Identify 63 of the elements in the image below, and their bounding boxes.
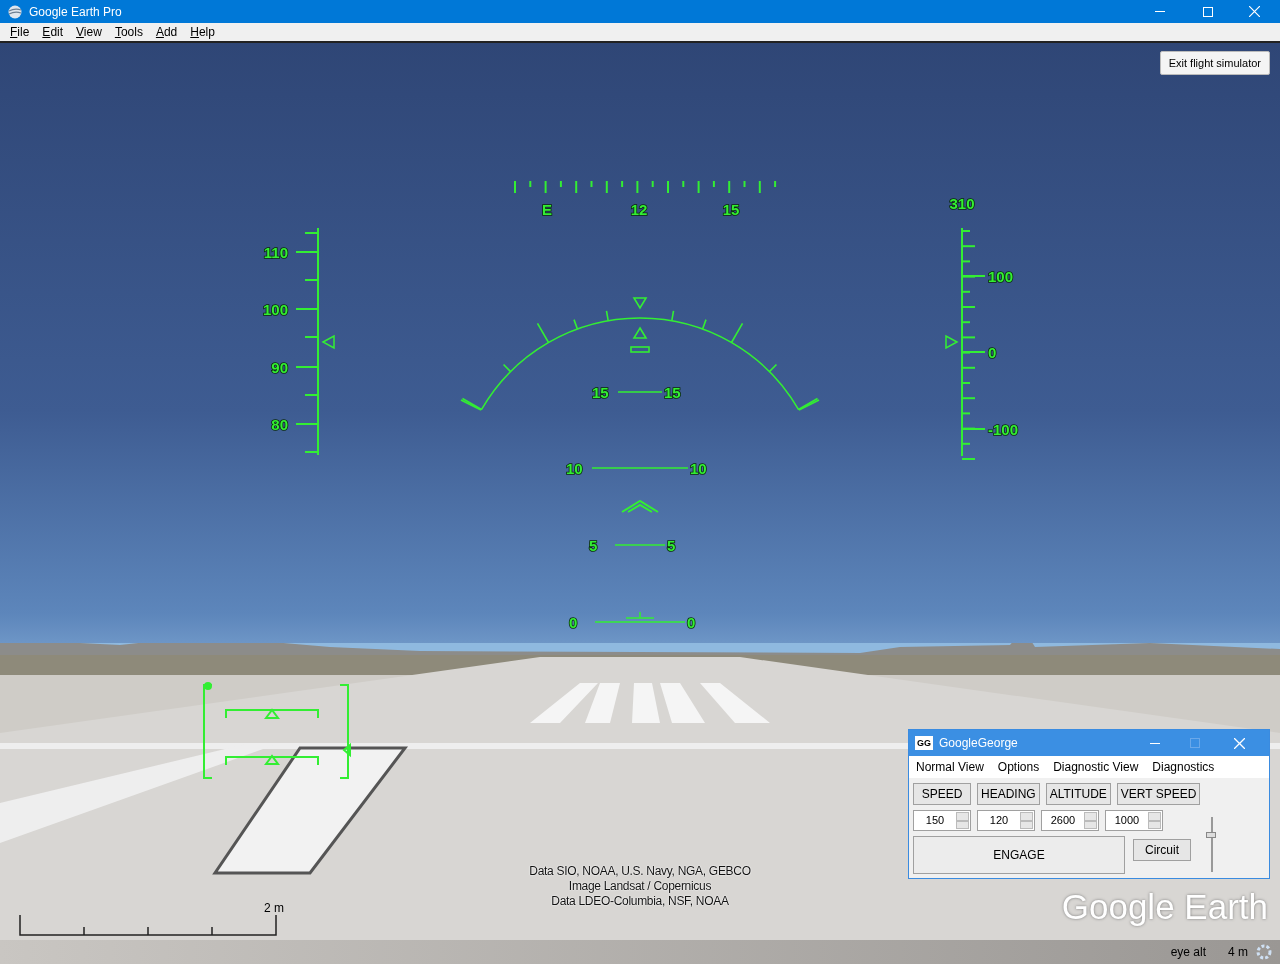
loading-spinner-icon [1256,944,1272,960]
pitch-label: 10 [566,460,583,477]
window-title: Google Earth Pro [29,3,122,21]
airspeed-label: 90 [271,359,288,376]
slider-track[interactable] [1206,817,1219,872]
3d-view[interactable] [0,43,1280,964]
attribution-text: Data LDEO-Columbia, NSF, NOAA [551,894,729,909]
mode-button[interactable]: SPEED [913,783,971,805]
eye-altitude-label: eye alt [1170,944,1206,961]
number-spinner[interactable]: 120 [977,810,1035,831]
autopilot-title: GoogleGeorge [939,735,1018,752]
airspeed-label: 100 [262,301,288,318]
close-icon[interactable] [1234,737,1245,749]
exit-flight-simulator-button[interactable]: Exit flight simulator [1159,51,1270,75]
menu-item[interactable]: Tools [114,23,143,41]
menu-item[interactable]: Edit [42,23,64,41]
pitch-label: 0 [569,614,578,631]
slider-thumb[interactable] [1206,831,1217,838]
pitch-line [617,391,663,393]
attribution-text: Image Landsat / Copernicus [568,879,712,894]
mode-button[interactable]: HEADING [977,783,1040,805]
mode-button[interactable]: VERT SPEED [1116,783,1201,805]
vertical-speed-label: 0 [988,344,997,361]
pitch-label: 10 [690,460,707,477]
menu-item[interactable]: Normal View [916,758,984,776]
pitch-line [614,544,666,546]
roll-indicator-icon [630,326,650,353]
menu-item[interactable]: Options [997,758,1040,776]
close-icon[interactable] [1249,6,1260,17]
vertical-speed-label: 100 [988,268,1014,285]
pitch-label: 15 [664,384,681,401]
aircraft-reference-icon [625,611,655,619]
menu-item[interactable]: Diagnostic View [1053,758,1139,776]
altitude-readout: 310 [949,195,975,212]
number-spinner[interactable]: 2600 [1041,810,1099,831]
menu-item[interactable]: Diagnostics [1152,758,1215,776]
pitch-label: 5 [667,537,676,554]
airspeed-label: 80 [271,416,288,433]
attribution-text: Data SIO, NOAA, U.S. Navy, NGA, GEBCO [529,864,751,879]
bank-pointer-icon [632,297,648,310]
pitch-label: 0 [687,614,696,631]
app-icon: GG [915,736,933,750]
number-spinner[interactable]: 150 [913,810,971,831]
mode-button[interactable]: ALTITUDE [1045,783,1111,805]
pitch-label: 15 [592,384,609,401]
globe-icon [8,4,22,19]
airspeed-label: 110 [263,244,288,261]
menu-item[interactable]: Help [190,23,215,41]
scale-label: 2 m [264,900,284,917]
engage-button[interactable]: ENGAGE [913,836,1125,874]
menu-item[interactable]: Add [155,23,178,41]
minimize-icon[interactable] [1150,742,1160,744]
pitch-label: 5 [589,537,598,554]
heading-label: 15 [722,201,740,218]
heading-label: 12 [630,201,648,218]
menu-item[interactable]: View [76,23,102,41]
flight-path-chevron-icon [621,499,659,513]
circuit-button[interactable]: Circuit [1133,839,1191,861]
heading-label: E [542,201,552,218]
menu-item[interactable]: File [10,23,30,41]
number-spinner[interactable]: 1000 [1105,810,1163,831]
vertical-speed-label: -100 [988,421,1019,438]
eye-altitude-value: 4 m [1228,944,1248,961]
